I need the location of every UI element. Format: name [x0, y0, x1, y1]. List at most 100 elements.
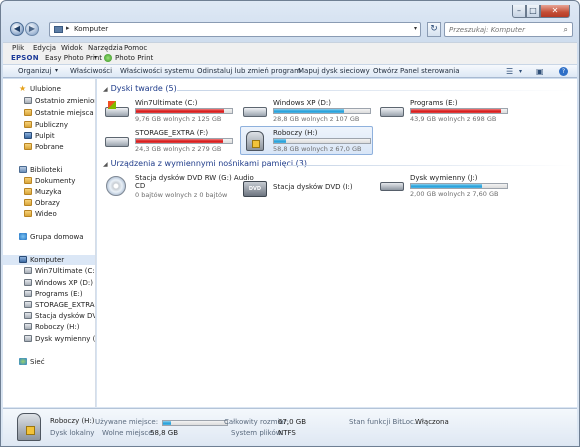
details-usage-fill: [163, 421, 171, 425]
menu-help[interactable]: Pomoc: [124, 44, 147, 52]
network-icon: [19, 358, 27, 365]
content-pane: ◢ Dyski twarde (5) Win7Ultimate (C:) 9,76…: [97, 79, 577, 407]
drive-lock-icon: [17, 413, 41, 441]
drive-usage-bar: [273, 108, 371, 114]
sidebar-homegroup[interactable]: Grupa domowa: [19, 233, 95, 242]
sidebar-item-pictures[interactable]: Obrazy: [24, 199, 95, 208]
uninstall-button[interactable]: Odinstaluj lub zmień program: [197, 67, 301, 75]
drive-tile-g[interactable]: Stacja dysków DVD RW (G:) Audio CD 0 baj…: [103, 172, 254, 202]
computer-icon: [19, 256, 27, 263]
chevron-down-icon[interactable]: ▾: [519, 68, 522, 75]
section-removable-header[interactable]: ◢ Urządzenia z wymiennymi nośnikami pamię…: [103, 159, 307, 168]
details-used-label: Używane miejsce:: [95, 418, 159, 426]
back-button[interactable]: ◀: [10, 22, 24, 36]
search-icon[interactable]: ⌕: [564, 25, 568, 35]
breadcrumb-computer[interactable]: Komputer: [74, 25, 108, 33]
drive-tile-i[interactable]: DVD Stacja dysków DVD (I:): [241, 175, 371, 202]
chevron-down-icon[interactable]: ▾: [55, 67, 58, 74]
dvd-drive-icon: DVD: [243, 179, 269, 197]
sidebar-item-public[interactable]: Publiczny: [24, 121, 95, 130]
collapse-icon[interactable]: ◢: [103, 86, 108, 93]
sidebar-item-drive-j[interactable]: Dysk wymienny (J:): [24, 335, 95, 344]
organize-button[interactable]: Organizuj: [18, 67, 51, 75]
search-input[interactable]: [445, 23, 555, 36]
sidebar-item-music[interactable]: Muzyka: [24, 188, 95, 197]
sidebar-item-drive-f[interactable]: STORAGE_EXTRA (F:): [24, 301, 95, 310]
properties-button[interactable]: Właściwości: [70, 67, 112, 75]
explorer-window: ◀ ▶ ▸ Komputer ▾ ↻ ⌕ – □ ✕ Plik Edycja W…: [0, 0, 580, 447]
drive-tile-e[interactable]: Programs (E:) 43,9 GB wolnych z 698 GB: [378, 97, 508, 124]
drive-tile-d[interactable]: Windows XP (D:) 28,8 GB wolnych z 107 GB: [241, 97, 371, 124]
sidebar-item-drive-c[interactable]: Win7Ultimate (C:): [24, 267, 95, 276]
sidebar-label: Muzyka: [35, 188, 62, 196]
sidebar-item-videos[interactable]: Wideo: [24, 210, 95, 219]
close-button[interactable]: ✕: [540, 5, 570, 18]
drive-tile-h[interactable]: Roboczy (H:) 58,8 GB wolnych z 67,0 GB: [240, 126, 373, 155]
recent-icon: [24, 97, 32, 104]
music-icon: [24, 188, 32, 195]
chevron-down-icon[interactable]: ▾: [414, 25, 417, 32]
drive-name-line2: CD: [135, 182, 146, 190]
homegroup-icon: [19, 233, 27, 240]
menu-edit[interactable]: Edycja: [33, 44, 56, 52]
photo-print-button[interactable]: Photo Print: [115, 54, 153, 62]
details-fs-value: NTFS: [278, 429, 296, 437]
sidebar-computer[interactable]: Komputer: [19, 256, 95, 265]
breadcrumb-arrow-icon[interactable]: ▸: [66, 24, 70, 32]
system-properties-button[interactable]: Właściwości systemu: [120, 67, 194, 75]
control-panel-button[interactable]: Otwórz Panel sterowania: [373, 67, 460, 75]
map-drive-button[interactable]: Mapuj dysk sieciowy: [298, 67, 370, 75]
sidebar-label: Dokumenty: [35, 177, 76, 185]
drive-name: Stacja dysków DVD RW (G:) Audio: [135, 174, 254, 182]
sidebar-label: Ostatnie miejsca: [35, 109, 94, 117]
minimize-button[interactable]: –: [512, 5, 526, 18]
sidebar-label: Windows XP (D:): [35, 279, 93, 287]
details-drive-name: Roboczy (H:): [50, 417, 95, 425]
drive-usage-fill: [411, 109, 502, 113]
usb-drive-icon: [24, 335, 32, 342]
sidebar-item-drive-e[interactable]: Programs (E:): [24, 290, 95, 299]
sidebar-item-drive-h[interactable]: Roboczy (H:): [24, 323, 95, 332]
menu-file[interactable]: Plik: [12, 44, 24, 52]
view-options-icon[interactable]: ☰: [506, 67, 513, 76]
menu-view[interactable]: Widok: [61, 44, 83, 52]
help-icon[interactable]: ?: [559, 67, 568, 76]
videos-icon: [24, 210, 32, 217]
address-bar[interactable]: ▸ Komputer ▾: [49, 22, 421, 37]
details-bitlocker-value: Włączona: [415, 418, 449, 426]
sidebar-label: Komputer: [30, 256, 65, 264]
section-divider: [177, 90, 573, 91]
sidebar-item-downloads[interactable]: Pobrane: [24, 143, 95, 152]
sidebar-item-desktop[interactable]: Pulpit: [24, 132, 95, 141]
drive-tile-c[interactable]: Win7Ultimate (C:) 9,76 GB wolnych z 125 …: [103, 97, 233, 124]
menu-tools[interactable]: Narzędzia: [88, 44, 123, 52]
drive-name: Programs (E:): [410, 99, 458, 107]
computer-icon: [54, 26, 63, 33]
collapse-icon[interactable]: ◢: [103, 161, 108, 168]
documents-icon: [24, 177, 32, 184]
forward-button[interactable]: ▶: [25, 22, 39, 36]
preview-pane-icon[interactable]: ▣: [536, 67, 544, 76]
refresh-button[interactable]: ↻: [427, 22, 441, 37]
sidebar-network[interactable]: Sieć: [19, 358, 95, 367]
drive-tile-j[interactable]: Dysk wymienny (J:) 2,00 GB wolnych z 7,6…: [378, 172, 508, 199]
drive-tile-f[interactable]: STORAGE_EXTRA (F:) 24,3 GB wolnych z 279…: [103, 127, 233, 154]
close-icon: ✕: [551, 6, 559, 15]
sidebar-libraries[interactable]: Biblioteki: [19, 166, 95, 175]
chevron-down-icon[interactable]: ▾: [94, 54, 97, 61]
drive-usage-fill: [274, 109, 345, 113]
search-box[interactable]: ⌕: [444, 22, 573, 37]
maximize-button[interactable]: □: [526, 5, 540, 18]
sidebar-label: Dysk wymienny (J:): [35, 335, 95, 343]
section-hard-drives-header[interactable]: ◢ Dyski twarde (5): [103, 84, 177, 93]
drive-lock-icon: [243, 131, 269, 151]
drive-free-text: 2,00 GB wolnych z 7,60 GB: [410, 190, 499, 198]
sidebar-item-documents[interactable]: Dokumenty: [24, 177, 95, 186]
refresh-icon: ↻: [430, 24, 438, 34]
sidebar-item-drive-d[interactable]: Windows XP (D:): [24, 279, 95, 288]
sidebar-item-recent-changed[interactable]: Ostatnio zmienione: [24, 97, 95, 106]
sidebar-item-recent-places[interactable]: Ostatnie miejsca: [24, 109, 95, 118]
sidebar-item-drive-g[interactable]: Stacja dysków DVD RW (G:): [24, 312, 95, 321]
sidebar-favorites[interactable]: ★ Ulubione: [19, 85, 95, 94]
drive-icon: [24, 301, 32, 308]
